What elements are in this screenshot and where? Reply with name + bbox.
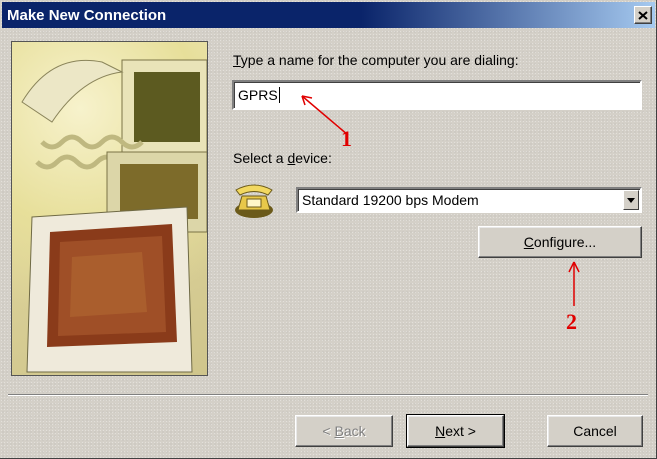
- make-new-connection-dialog: Make New Connection Type a name for the …: [0, 0, 657, 459]
- annotation-arrows: [301, 95, 580, 306]
- annotation-marker-2: 2: [566, 309, 577, 334]
- annotation-marker-1: 1: [341, 126, 352, 151]
